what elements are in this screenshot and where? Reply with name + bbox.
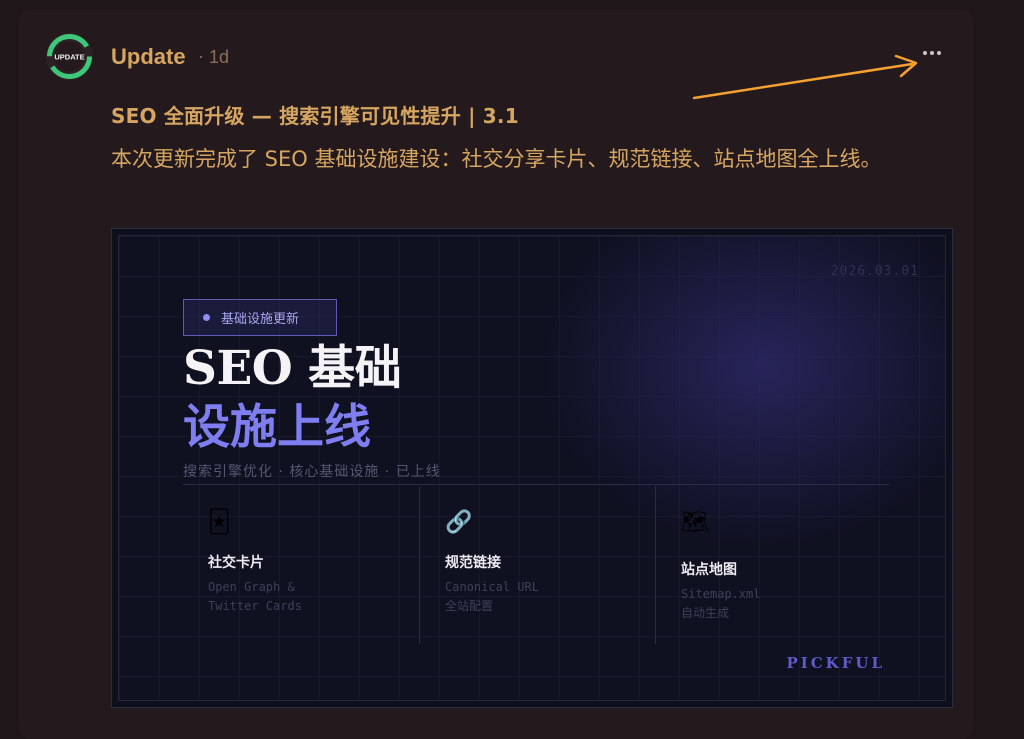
feature-desc: Canonical URL 全站配置 bbox=[445, 580, 539, 613]
separator-dot: · bbox=[198, 46, 204, 66]
feature-title: 社交卡片 bbox=[208, 555, 264, 571]
post-title: SEO 全面升级 — 搜索引擎可见性提升 | 3.1 bbox=[111, 104, 519, 128]
annotation-arrow-icon bbox=[692, 54, 918, 100]
feature-desc: Open Graph & Twitter Cards bbox=[208, 580, 302, 613]
joker-card-icon: 🃏 bbox=[208, 510, 231, 535]
update-logo-icon: UPDATE bbox=[47, 34, 92, 79]
badge-dot-icon bbox=[203, 314, 210, 321]
hero-subtitle: 搜索引擎优化 · 核心基础设施 · 已上线 bbox=[183, 464, 441, 480]
world-map-icon: 🗺 bbox=[681, 510, 709, 535]
hero-divider bbox=[183, 484, 889, 485]
post-time: 1d bbox=[209, 47, 230, 67]
hero-badge: 基础设施更新 bbox=[183, 299, 337, 336]
author-name[interactable]: Update bbox=[111, 44, 186, 70]
hero-headline-line1: SEO 基础 bbox=[183, 341, 402, 396]
badge-label: 基础设施更新 bbox=[221, 312, 300, 327]
feature-title: 站点地图 bbox=[681, 562, 737, 578]
post-image[interactable]: 2026.03.01 基础设施更新 SEO 基础 设施上线 搜索引擎优化 · 核… bbox=[111, 228, 953, 708]
hero-card: 2026.03.01 基础设施更新 SEO 基础 设施上线 搜索引擎优化 · 核… bbox=[118, 235, 946, 701]
post-body: 本次更新完成了 SEO 基础设施建设：社交分享卡片、规范链接、站点地图全上线。 bbox=[111, 147, 882, 171]
feature-canonical: 🔗 规范链接 Canonical URL 全站配置 bbox=[419, 486, 655, 644]
feature-social-cards: 🃏 社交卡片 Open Graph & Twitter Cards bbox=[183, 486, 418, 644]
feature-title: 规范链接 bbox=[445, 555, 501, 571]
feature-sitemap: 🗺 站点地图 Sitemap.xml 自动生成 bbox=[655, 486, 891, 644]
ellipsis-icon bbox=[923, 51, 927, 55]
avatar[interactable]: UPDATE bbox=[46, 33, 93, 80]
hero-headline-line2: 设施上线 bbox=[183, 400, 371, 455]
link-icon: 🔗 bbox=[445, 510, 473, 535]
feature-desc: Sitemap.xml 自动生成 bbox=[681, 587, 761, 620]
brand-logo: PICKFUL bbox=[786, 654, 885, 672]
avatar-text: UPDATE bbox=[54, 53, 84, 62]
more-options-button[interactable] bbox=[918, 38, 946, 68]
hero-date: 2026.03.01 bbox=[830, 264, 919, 279]
